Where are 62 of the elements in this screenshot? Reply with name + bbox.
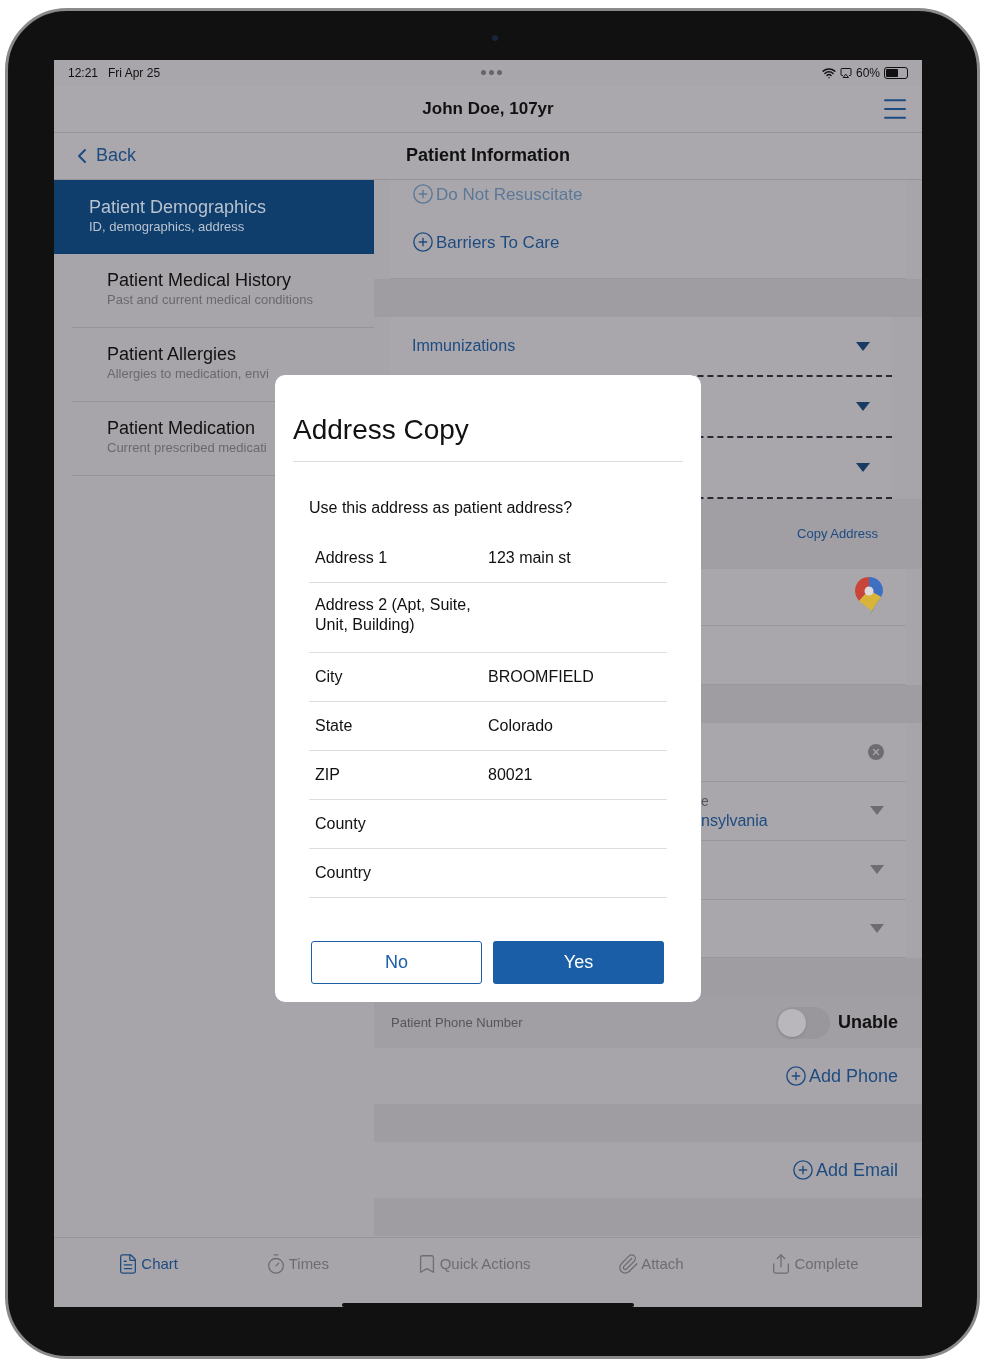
sidebar-item[interactable]: Patient Demographics ID, demographics, address xyxy=(54,179,374,254)
field-label: Address 1 xyxy=(314,547,389,568)
field-value: 123 main st xyxy=(488,547,571,568)
dropdown-arrow-icon xyxy=(856,341,870,351)
sidebar-item-subtitle: Current prescribed medicati xyxy=(107,439,267,457)
dropdown-arrow-icon xyxy=(856,402,870,412)
screen-mirror-icon xyxy=(839,66,852,79)
dialog-question: Use this address as patient address? xyxy=(309,497,574,518)
field-label: Patient Phone Number xyxy=(391,1013,523,1032)
status-date: Fri Apr 25 xyxy=(108,64,161,82)
plus-circle-icon xyxy=(412,183,434,206)
add-link[interactable]: Add Email xyxy=(791,1156,898,1184)
dropdown-arrow-icon xyxy=(870,924,884,933)
field-label: State xyxy=(314,715,354,736)
field-value: nsylvania xyxy=(701,810,768,831)
sidebar-item-title: Patient Demographics xyxy=(89,196,267,217)
add-link[interactable]: Do Not Resuscitate xyxy=(412,179,583,207)
plus-circle-icon xyxy=(412,231,434,254)
dropdown-label: Immunizations xyxy=(412,336,516,357)
field-label: e xyxy=(701,791,710,811)
toggle-switch[interactable] xyxy=(776,1006,830,1039)
field-label: ZIP xyxy=(314,764,341,785)
field-value: 80021 xyxy=(488,764,533,785)
paperclip-icon xyxy=(617,1253,640,1275)
patient-title: John Doe, 107yr xyxy=(422,97,554,120)
tab-bar-item[interactable]: Quick Actions xyxy=(415,1252,531,1276)
field-label: City xyxy=(314,666,344,687)
dropdown-arrow-icon xyxy=(870,806,884,816)
page-title: Patient Information xyxy=(406,144,570,167)
more-dots-icon xyxy=(480,70,502,75)
sidebar-item-subtitle: ID, demographics, address xyxy=(89,217,245,236)
copy-address-link[interactable]: Copy Address xyxy=(797,524,878,544)
field-label: County xyxy=(314,813,367,834)
back-button[interactable]: Back xyxy=(54,142,137,169)
wifi-icon xyxy=(821,65,836,80)
battery-percent: 60% xyxy=(855,64,880,82)
plus-circle-icon xyxy=(784,1065,807,1088)
sidebar-item-title: Patient Medical History xyxy=(107,270,292,290)
field-label: Address 2 (Apt, Suite, Unit, Building) xyxy=(314,594,472,635)
add-link[interactable]: Barriers To Care xyxy=(412,229,560,255)
clear-icon[interactable] xyxy=(868,744,884,761)
camera-icon xyxy=(492,35,498,41)
tab-bar-item[interactable]: Chart xyxy=(117,1252,178,1276)
dropdown-arrow-icon xyxy=(856,463,870,473)
field-value: Colorado xyxy=(488,715,553,736)
cancel-button[interactable]: No xyxy=(311,940,482,984)
add-link[interactable]: Add Phone xyxy=(784,1062,898,1090)
field-value: BROOMFIELD xyxy=(488,666,594,687)
field-label: Country xyxy=(314,862,373,883)
dropdown-arrow-icon xyxy=(870,865,884,875)
confirm-button[interactable]: Yes xyxy=(493,940,664,984)
toggle-label: Unable xyxy=(838,1011,898,1034)
sidebar-item-title: Patient Medication xyxy=(107,418,256,438)
tab-bar-item[interactable]: Times xyxy=(264,1252,329,1276)
sidebar-item-subtitle: Allergies to medication, envi xyxy=(107,365,269,383)
status-time: 12:21 xyxy=(68,64,99,82)
plus-circle-icon xyxy=(791,1159,814,1182)
tab-bar-item[interactable]: Attach xyxy=(617,1252,684,1276)
battery-icon xyxy=(884,66,908,79)
sidebar-item-title: Patient Allergies xyxy=(107,344,237,364)
tab-bar-item[interactable]: Complete xyxy=(770,1252,859,1276)
sidebar-item-subtitle: Past and current medical conditions xyxy=(107,291,313,309)
